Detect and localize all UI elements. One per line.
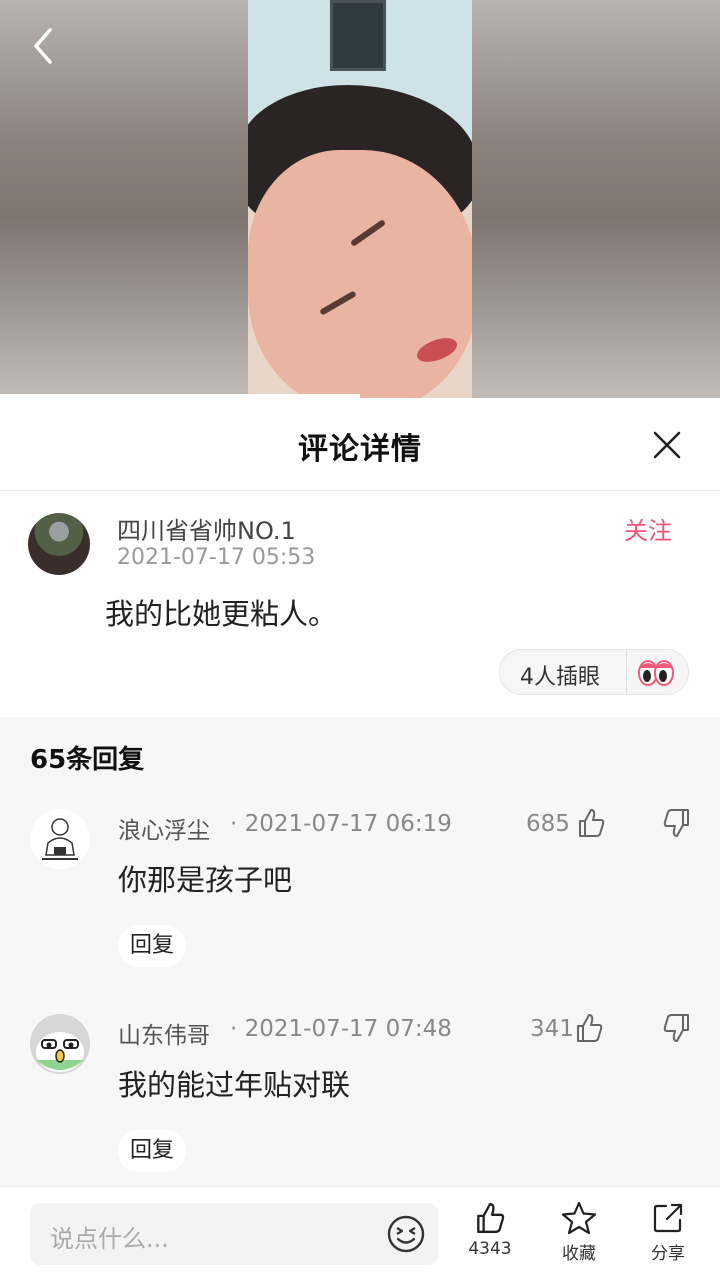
comment-input-placeholder: 说点什么... (50, 1225, 169, 1253)
reply-item: 浪心浮尘 · 2021-07-17 06:19 685 你那是孩子吧 回复 (0, 809, 720, 1009)
video-player[interactable] (0, 0, 720, 398)
sketch-figure-icon (30, 809, 90, 869)
thumb-down-icon[interactable] (662, 1012, 692, 1044)
reply-like-count: 685 (526, 811, 570, 837)
star-icon (561, 1201, 597, 1235)
replies-section: 65条回复 浪心浮尘 · 2021-07-17 06:19 685 你那是孩子吧… (0, 717, 720, 1187)
favorite-label: 收藏 (562, 1244, 596, 1264)
comment-text: 我的比她更粘人。 (105, 597, 338, 631)
back-button[interactable] (28, 24, 64, 68)
share-label: 分享 (651, 1244, 685, 1264)
reply-time: · 2021-07-17 07:48 (230, 1016, 452, 1042)
reply-time: · 2021-07-17 06:19 (230, 811, 452, 837)
main-comment: 四川省省帅NO.1 2021-07-17 05:53 关注 我的比她更粘人。 4… (0, 491, 720, 717)
reply-author[interactable]: 山东伟哥 (118, 1016, 210, 1050)
reply-like-count: 341 (530, 1016, 574, 1042)
avatar[interactable] (30, 809, 90, 869)
reply-button[interactable]: 回复 (118, 1130, 186, 1172)
eyes-icon (638, 660, 674, 686)
comment-time: 2021-07-17 05:53 (117, 545, 316, 570)
sheet-title: 评论详情 (298, 432, 422, 467)
comment-input[interactable]: 说点什么... (30, 1203, 438, 1265)
back-arrow-icon (34, 28, 52, 64)
share-icon (653, 1203, 683, 1233)
reply-text: 我的能过年贴对联 (118, 1068, 351, 1102)
like-count: 4343 (468, 1239, 512, 1259)
bottom-action-bar: 说点什么... 4343 收藏 分享 (0, 1186, 720, 1281)
share-button[interactable]: 分享 (628, 1201, 708, 1271)
poke-label: 4人插眼 (520, 665, 600, 690)
like-button[interactable]: 4343 (450, 1201, 530, 1271)
poke-button[interactable]: 4人插眼 (499, 649, 689, 695)
reply-text: 你那是孩子吧 (118, 863, 293, 897)
reply-author[interactable]: 浪心浮尘 (118, 811, 210, 845)
video-blur-right (472, 0, 720, 398)
emoji-icon[interactable] (385, 1213, 427, 1255)
avatar[interactable] (28, 513, 90, 575)
reply-button[interactable]: 回复 (118, 925, 186, 967)
avatar[interactable] (30, 1014, 90, 1074)
close-button[interactable] (650, 428, 684, 462)
comment-author[interactable]: 四川省省帅NO.1 (117, 511, 296, 546)
video-frame (248, 0, 472, 398)
thumb-up-icon (477, 1203, 505, 1233)
reply-item: 山东伟哥 · 2021-07-17 07:48 341 我的能过年贴对联 回复 (0, 1014, 720, 1214)
thumb-down-icon[interactable] (662, 807, 692, 839)
favorite-button[interactable]: 收藏 (539, 1201, 619, 1271)
follow-button[interactable]: 关注 (624, 511, 672, 546)
comment-detail-sheet: 评论详情 四川省省帅NO.1 2021-07-17 05:53 关注 我的比她更… (0, 398, 720, 1280)
close-icon (653, 431, 681, 459)
cartoon-face-icon (30, 1014, 90, 1074)
thumb-up-icon[interactable] (576, 807, 606, 839)
replies-count: 65条回复 (30, 745, 145, 775)
sheet-header: 评论详情 (0, 398, 720, 491)
thumb-up-icon[interactable] (574, 1012, 604, 1044)
